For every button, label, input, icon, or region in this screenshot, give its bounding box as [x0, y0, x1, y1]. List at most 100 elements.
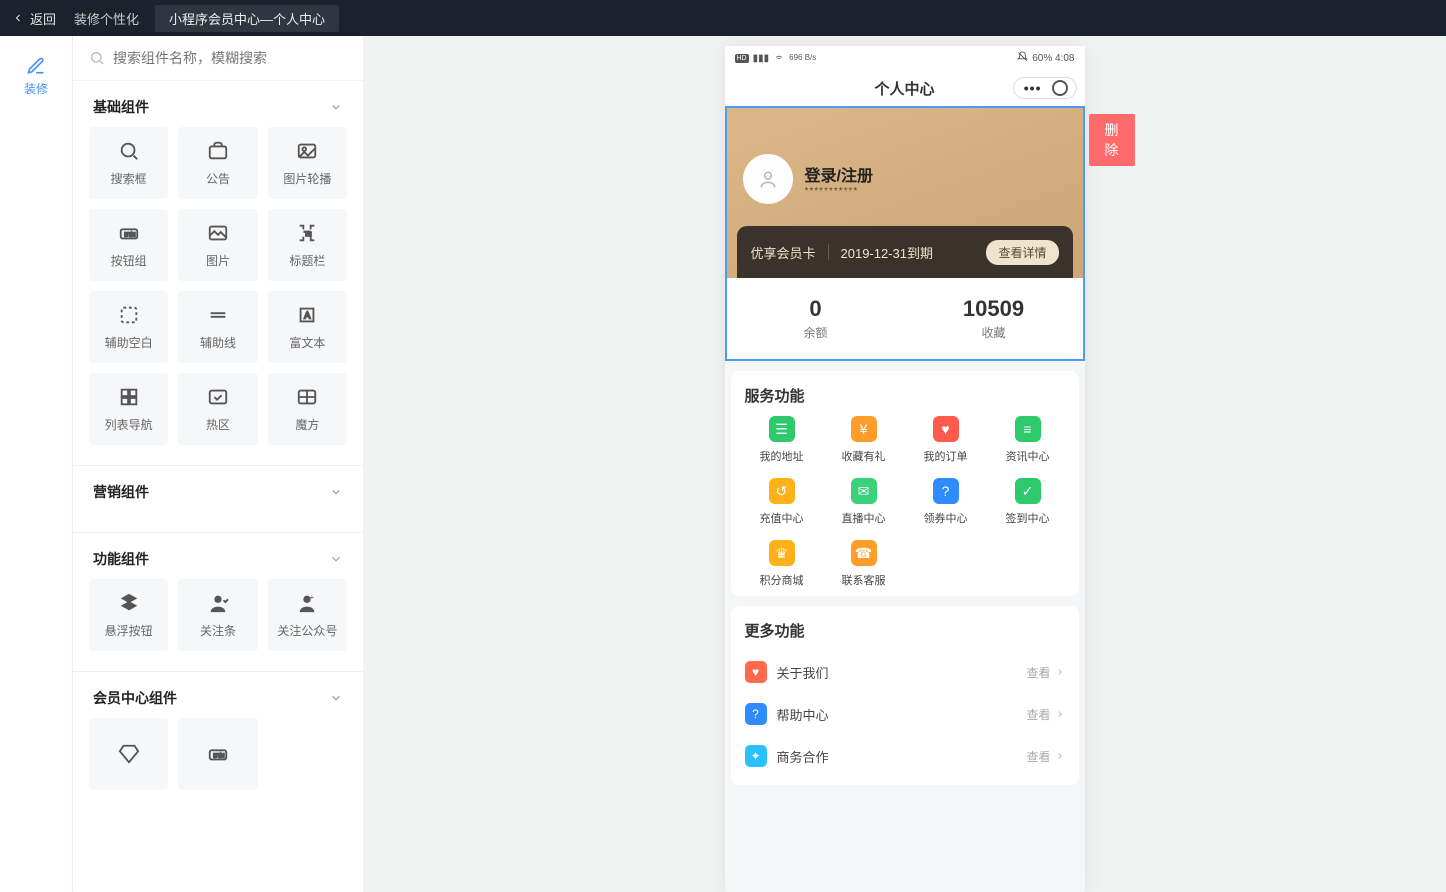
service-item[interactable]: ☎联系客服	[823, 540, 905, 588]
vip-bar[interactable]: 优享会员卡 2019-12-31到期 查看详情	[737, 226, 1073, 278]
service-item[interactable]: ?领券中心	[905, 478, 987, 526]
service-icon: ?	[933, 478, 959, 504]
group-member[interactable]: 会员中心组件	[89, 672, 347, 718]
service-icon: ♥	[933, 416, 959, 442]
more-row[interactable]: ?帮助中心查看	[741, 693, 1069, 735]
search-input[interactable]	[113, 50, 347, 66]
tile-label: 标题栏	[289, 252, 325, 269]
service-icon: ✉	[851, 478, 877, 504]
service-icon: ☎	[851, 540, 877, 566]
more-panel: 更多功能 ♥关于我们查看?帮助中心查看✦商务合作查看	[731, 606, 1079, 785]
arrow-left-icon	[12, 12, 24, 24]
tile-label: 图片	[206, 252, 230, 269]
component-tile[interactable]: Tit 标题栏	[268, 209, 347, 281]
service-icon: ¥	[851, 416, 877, 442]
component-tile[interactable]: 悬浮按钮	[89, 579, 168, 651]
close-ring-icon[interactable]	[1052, 80, 1068, 96]
svg-text:Tit: Tit	[305, 230, 312, 237]
service-label: 积分商城	[760, 572, 804, 588]
tile-label: 公告	[206, 170, 230, 187]
component-tile[interactable]: BTN按钮组	[89, 209, 168, 281]
topbar: 返回 装修个性化 小程序会员中心—个人中心	[0, 0, 1446, 36]
rail-tab-decorate[interactable]: 装修	[0, 50, 72, 103]
page-pill: 小程序会员中心—个人中心	[155, 5, 339, 32]
delete-button[interactable]: 删除	[1089, 114, 1135, 166]
avatar[interactable]	[743, 154, 793, 204]
service-icon: ↺	[769, 478, 795, 504]
tile-label: 富文本	[289, 334, 325, 351]
back-button[interactable]: 返回	[12, 9, 56, 28]
tile-label: 悬浮按钮	[105, 622, 153, 639]
component-tile[interactable]: 魔方	[268, 373, 347, 445]
component-tile[interactable]: 热区	[178, 373, 257, 445]
component-tile[interactable]: 图片轮播	[268, 127, 347, 199]
left-rail: 装修	[0, 36, 73, 892]
tile-icon	[118, 386, 140, 408]
service-label: 直播中心	[842, 510, 886, 526]
more-icon[interactable]: •••	[1018, 80, 1048, 96]
service-item[interactable]: ✉ 直播中心	[823, 478, 905, 526]
component-tile[interactable]: + 关注公众号	[268, 579, 347, 651]
component-tile[interactable]: 关注条	[178, 579, 257, 651]
group-title: 营销组件	[93, 482, 149, 502]
stat-favorites[interactable]: 10509 收藏	[905, 296, 1083, 341]
chevron-down-icon	[329, 691, 343, 705]
component-tile[interactable]: A 富文本	[268, 291, 347, 363]
row-action[interactable]: 查看	[1026, 664, 1064, 681]
stat-num: 0	[727, 296, 905, 322]
component-search	[73, 36, 363, 81]
component-tile[interactable]: 列表导航	[89, 373, 168, 445]
stat-num: 10509	[905, 296, 1083, 322]
tile-label: 关注公众号	[277, 622, 337, 639]
net-speed: 696 B/s	[789, 54, 816, 62]
row-label: 帮助中心	[777, 705, 829, 724]
tile-icon: A	[296, 304, 318, 326]
view-detail-button[interactable]: 查看详情	[986, 240, 1058, 265]
row-icon: ♥	[745, 661, 767, 683]
more-row[interactable]: ✦商务合作查看	[741, 735, 1069, 777]
signal-icon: ▮▮▮	[753, 53, 770, 64]
service-item[interactable]: ☰我的地址	[741, 416, 823, 464]
preview-canvas: HD ▮▮▮ 696 B/s 60% 4:08 个人中心 ••	[363, 36, 1446, 892]
group-basic[interactable]: 基础组件	[89, 81, 347, 127]
chevron-right-icon	[1055, 709, 1065, 719]
component-tile[interactable]: 辅助空白	[89, 291, 168, 363]
service-item[interactable]: ♥我的订单	[905, 416, 987, 464]
service-item[interactable]: ↺充值中心	[741, 478, 823, 526]
user-icon	[758, 169, 778, 189]
tile-icon	[207, 592, 229, 614]
service-item[interactable]: ¥收藏有礼	[823, 416, 905, 464]
service-item[interactable]: ≡资讯中心	[987, 416, 1069, 464]
group-function[interactable]: 功能组件	[89, 533, 347, 579]
service-icon: ≡	[1015, 416, 1041, 442]
phone-title-bar: 个人中心 •••	[725, 70, 1085, 106]
stat-balance[interactable]: 0 余额	[727, 296, 905, 341]
component-tile[interactable]: 公告	[178, 127, 257, 199]
tile-label: 热区	[206, 416, 230, 433]
member-card-block[interactable]: 删除 登录/注册 *********** 优享会员卡 2019-12-31到期 …	[725, 106, 1085, 361]
miniprogram-capsule[interactable]: •••	[1013, 77, 1077, 99]
component-tile[interactable]: 辅助线	[178, 291, 257, 363]
hd-icon: HD	[735, 54, 749, 63]
row-label: 关于我们	[777, 663, 829, 682]
more-row[interactable]: ♥ 关于我们 查看	[741, 651, 1069, 693]
group-marketing[interactable]: 营销组件	[89, 466, 347, 512]
component-tile[interactable]	[89, 718, 168, 790]
component-tile[interactable]: 图片	[178, 209, 257, 281]
service-item[interactable]: ✓签到中心	[987, 478, 1069, 526]
service-icon: ♛	[769, 540, 795, 566]
component-tile[interactable]: 搜索框	[89, 127, 168, 199]
vip-name: 优享会员卡	[751, 243, 816, 262]
tile-icon	[118, 592, 140, 614]
tile-label: 图片轮播	[283, 170, 331, 187]
service-item[interactable]: ♛ 积分商城	[741, 540, 823, 588]
row-action[interactable]: 查看	[1026, 706, 1064, 723]
service-icon: ☰	[769, 416, 795, 442]
stats-row: 0 余额 10509 收藏	[727, 278, 1083, 359]
login-register-link[interactable]: 登录/注册	[805, 162, 873, 186]
tile-label: 搜索框	[111, 170, 147, 187]
divider	[828, 244, 829, 260]
tile-icon: +	[296, 592, 318, 614]
row-action[interactable]: 查看	[1026, 748, 1064, 765]
component-tile[interactable]: BTN	[178, 718, 257, 790]
